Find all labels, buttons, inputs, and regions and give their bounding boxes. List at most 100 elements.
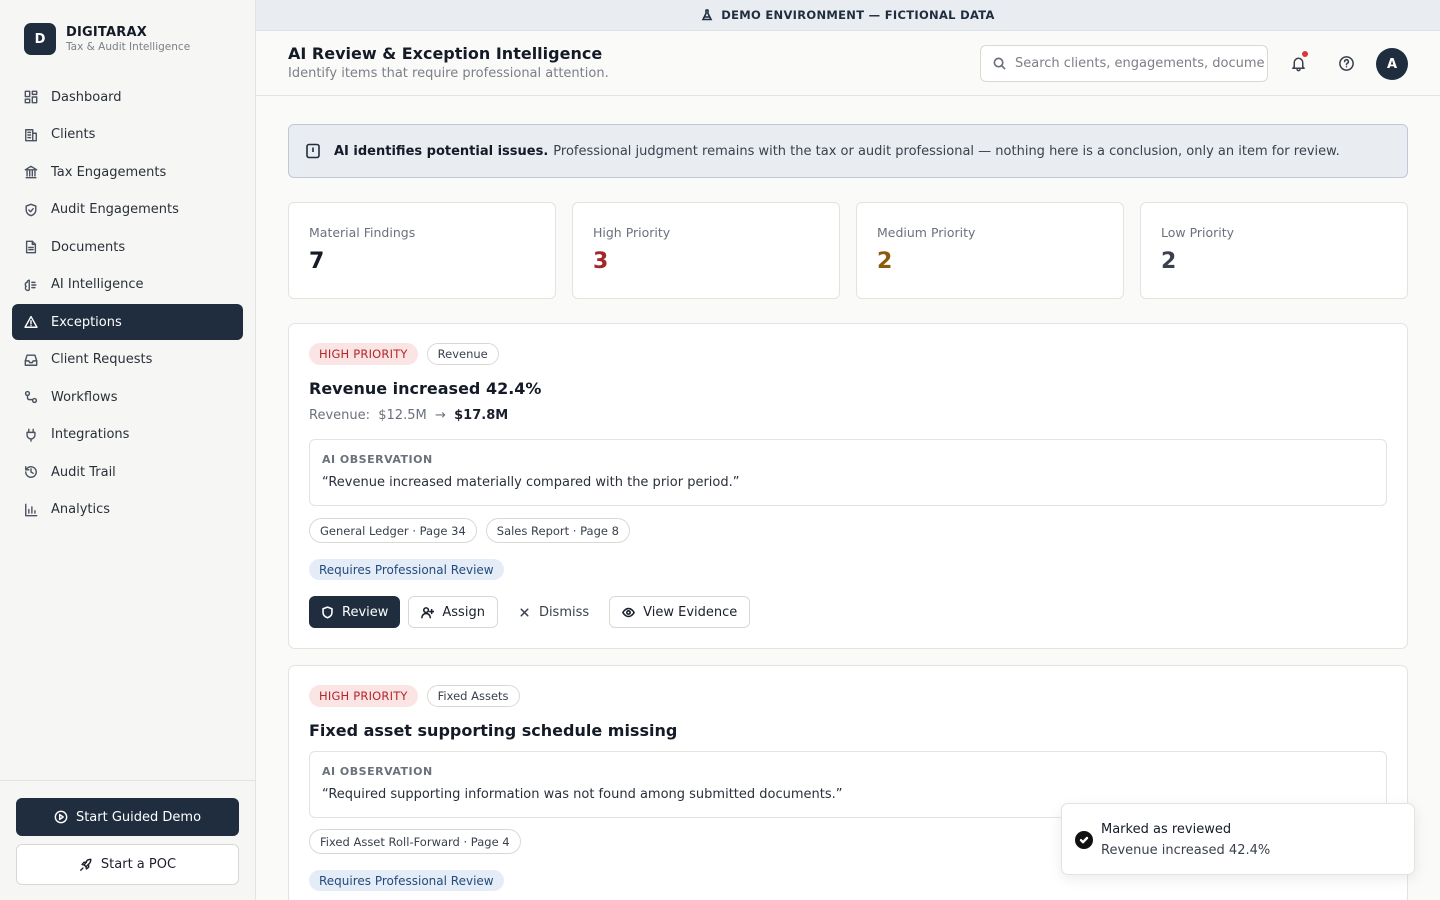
brain-icon <box>24 278 37 291</box>
evidence-reference[interactable]: Fixed Asset Roll-Forward · Page 4 <box>309 829 521 854</box>
stat-value: 3 <box>593 249 609 274</box>
stat-material-findings: Material Findings 7 <box>288 202 556 299</box>
bar-chart-icon <box>25 503 38 516</box>
finding-metric: Revenue: $12.5M → $17.8M <box>309 408 508 423</box>
sidebar-item-audit-engagements[interactable]: Audit Engagements <box>12 192 243 228</box>
sidebar-item-label: Client Requests <box>51 352 153 367</box>
brand[interactable]: D DIGITARAX Tax & Audit Intelligence <box>24 23 190 55</box>
workflow-icon <box>24 390 38 404</box>
category-badge: Fixed Assets <box>426 685 520 707</box>
notice-text: Professional judgment remains with the t… <box>553 143 1340 159</box>
sidebar-item-documents[interactable]: Documents <box>12 229 243 265</box>
stat-low-priority: Low Priority 2 <box>1140 202 1408 299</box>
sidebar-item-label: Tax Engagements <box>51 164 167 180</box>
brand-logo: D <box>24 23 56 55</box>
stat-medium-priority: Medium Priority 2 <box>856 202 1124 299</box>
notification-dot <box>1302 51 1308 57</box>
observation-text: “Required supporting information was not… <box>322 787 843 802</box>
toast-message: Revenue increased 42.4% <box>1101 843 1271 858</box>
finding-card: HIGH PRIORITY Revenue Revenue increased … <box>288 323 1408 649</box>
sidebar-item-label: Documents <box>51 239 126 255</box>
assign-button[interactable]: Assign <box>408 596 498 628</box>
dismiss-label: Dismiss <box>538 604 590 620</box>
brand-tagline: Tax & Audit Intelligence <box>66 41 191 53</box>
search-input[interactable] <box>1015 56 1265 71</box>
inbox-icon <box>24 353 38 366</box>
sidebar-item-client-requests[interactable]: Client Requests <box>12 342 243 378</box>
sidebar-nav: Dashboard Clients Tax Engagements Audit … <box>12 79 243 529</box>
sidebar-item-integrations[interactable]: Integrations <box>12 417 243 453</box>
stat-value: 7 <box>309 249 325 274</box>
bank-icon <box>24 165 38 179</box>
help-circle-icon <box>1338 55 1354 71</box>
view-evidence-button[interactable]: View Evidence <box>609 596 751 628</box>
evidence-reference[interactable]: General Ledger · Page 34 <box>309 518 477 543</box>
metric-to: $17.8M <box>454 408 509 423</box>
info-icon <box>306 143 320 159</box>
sidebar-item-label: Exceptions <box>51 314 122 330</box>
play-circle-icon <box>54 810 68 824</box>
flask-icon <box>701 9 713 21</box>
sidebar-item-label: Dashboard <box>51 89 122 105</box>
assign-label: Assign <box>442 604 485 620</box>
priority-badge: HIGH PRIORITY <box>309 685 418 707</box>
sidebar-item-analytics[interactable]: Analytics <box>12 492 243 528</box>
status-badge: Requires Professional Review <box>309 870 504 891</box>
observation-label: AI OBSERVATION <box>322 453 433 466</box>
page-subtitle: Identify items that require professional… <box>288 66 609 81</box>
rocket-icon <box>79 858 92 871</box>
start-poc-button[interactable]: Start a POC <box>16 844 239 885</box>
document-icon <box>25 240 37 254</box>
toast-title: Marked as reviewed <box>1101 822 1232 837</box>
check-circle-icon <box>1075 831 1093 849</box>
search-icon <box>993 57 1006 70</box>
eye-icon <box>622 607 636 617</box>
page-title: AI Review & Exception Intelligence <box>288 44 603 63</box>
sidebar-item-label: Clients <box>51 127 96 142</box>
finding-actions: Review Assign Dismiss View Evidence <box>309 596 758 628</box>
stat-label: Medium Priority <box>877 225 976 240</box>
sidebar-item-audit-trail[interactable]: Audit Trail <box>12 454 243 490</box>
sidebar-item-workflows[interactable]: Workflows <box>12 379 243 415</box>
dashboard-icon <box>24 90 38 104</box>
finding-title: Fixed asset supporting schedule missing <box>309 721 678 740</box>
sidebar-item-dashboard[interactable]: Dashboard <box>12 79 243 115</box>
stat-label: Low Priority <box>1161 225 1235 240</box>
evidence-reference[interactable]: Sales Report · Page 8 <box>485 518 630 543</box>
stat-value: 2 <box>1161 249 1177 274</box>
brand-name: DIGITARAX <box>66 25 147 40</box>
sidebar-item-label: Audit Engagements <box>51 202 179 217</box>
search-box[interactable] <box>980 45 1268 82</box>
ai-observation: AI OBSERVATION “Revenue increased materi… <box>309 439 1387 506</box>
view-evidence-label: View Evidence <box>643 604 738 620</box>
user-avatar[interactable]: A <box>1376 48 1408 80</box>
review-label: Review <box>342 604 389 620</box>
review-button[interactable]: Review <box>309 596 401 628</box>
page-header: AI Review & Exception Intelligence Ident… <box>256 31 1440 96</box>
sidebar-item-tax-engagements[interactable]: Tax Engagements <box>12 154 243 190</box>
sidebar-item-label: AI Intelligence <box>51 277 144 292</box>
category-badge: Revenue <box>426 343 499 365</box>
sidebar: D DIGITARAX Tax & Audit Intelligence Das… <box>0 0 256 900</box>
status-badge: Requires Professional Review <box>309 559 504 580</box>
plug-icon <box>26 428 36 442</box>
history-icon <box>25 466 37 478</box>
close-icon <box>520 607 529 617</box>
bell-icon <box>1291 57 1305 71</box>
help-button[interactable] <box>1336 53 1356 73</box>
dismiss-button[interactable]: Dismiss <box>506 596 601 628</box>
user-plus-icon <box>421 606 435 618</box>
stat-label: High Priority <box>593 225 671 240</box>
start-poc-label: Start a POC <box>100 857 177 872</box>
start-guided-demo-button[interactable]: Start Guided Demo <box>16 798 239 836</box>
sidebar-item-exceptions[interactable]: Exceptions <box>12 304 243 340</box>
sidebar-item-clients[interactable]: Clients <box>12 117 243 153</box>
shield-check-icon <box>25 203 37 216</box>
observation-text: “Revenue increased materially compared w… <box>322 475 740 490</box>
warning-icon <box>24 315 38 328</box>
notice-bold: AI identifies potential issues. <box>334 143 549 159</box>
sidebar-item-ai-intelligence[interactable]: AI Intelligence <box>12 267 243 303</box>
stat-high-priority: High Priority 3 <box>572 202 840 299</box>
finding-title: Revenue increased 42.4% <box>309 379 542 398</box>
notifications-button[interactable] <box>1288 51 1308 73</box>
